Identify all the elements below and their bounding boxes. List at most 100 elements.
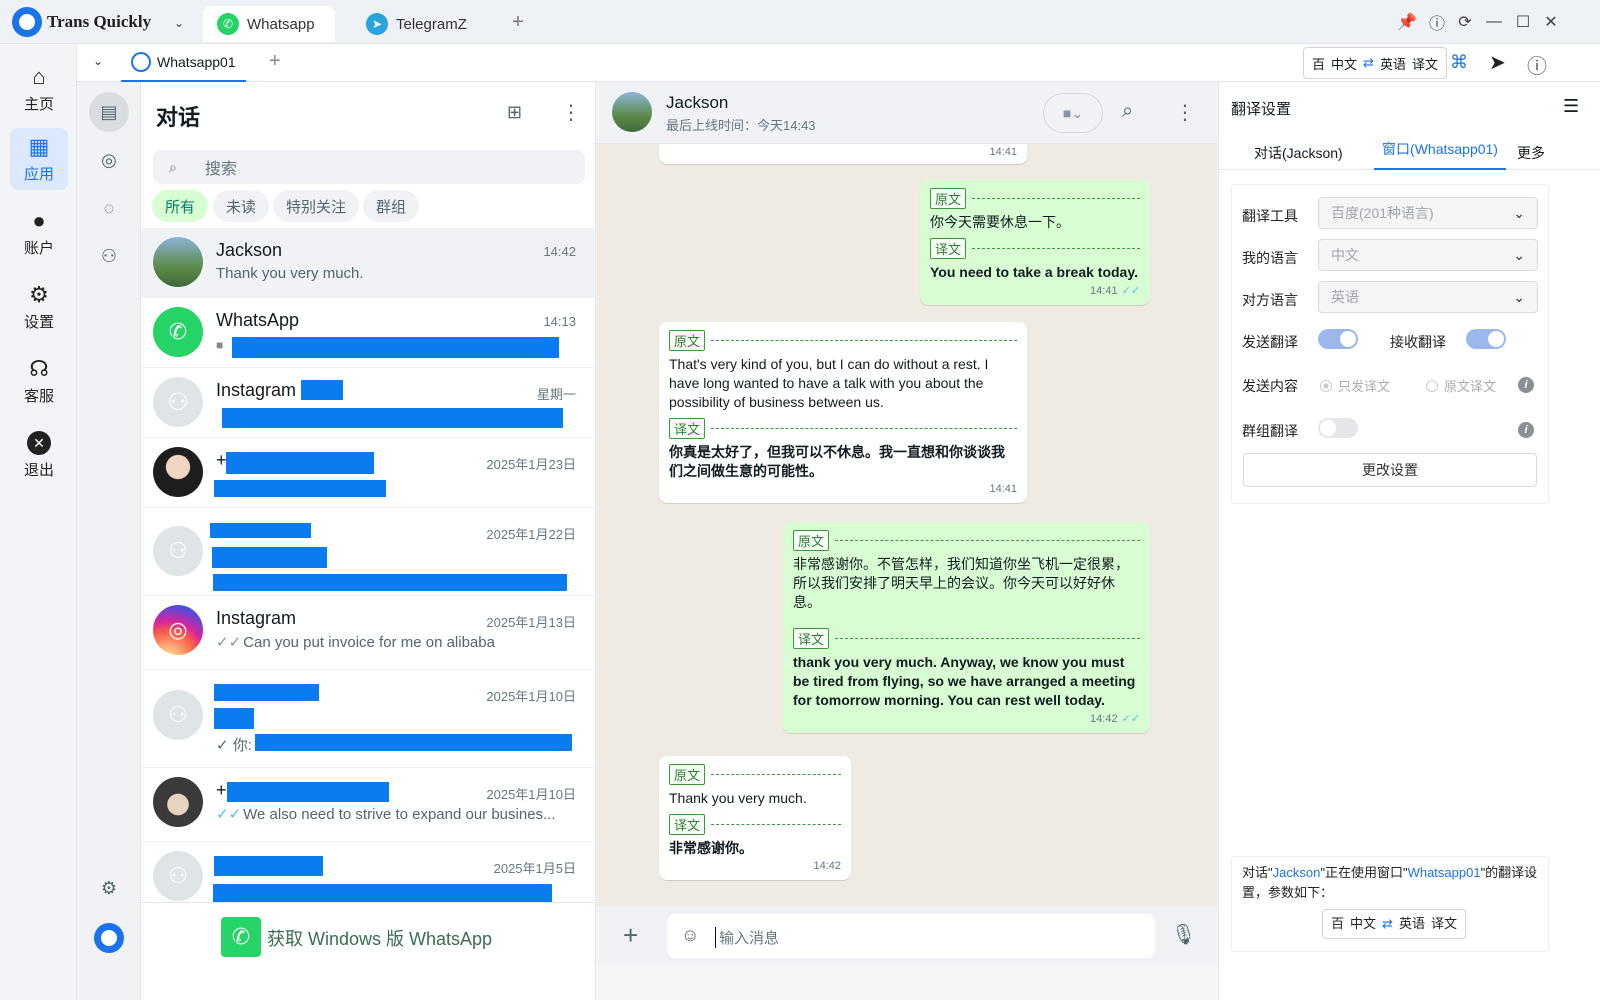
option-label: 原文译文	[1444, 379, 1497, 394]
chat-name: Jackson	[216, 240, 283, 260]
change-settings-button[interactable]: 更改设置	[1243, 453, 1537, 487]
message-time: 14:41	[1090, 285, 1118, 297]
redaction	[222, 408, 563, 428]
home-icon: ⌂	[32, 63, 46, 89]
redaction	[213, 884, 552, 902]
option-only-translation[interactable]: 只发译文	[1320, 376, 1390, 395]
footer-banner[interactable]: ✆ 获取 Windows 版 WhatsApp	[141, 902, 595, 1000]
help-icon[interactable]: ⓘ	[1527, 50, 1547, 79]
chip-unread[interactable]: 未读	[213, 190, 270, 222]
menu-dots-icon[interactable]: ⋮	[1175, 100, 1195, 125]
minimize-button[interactable]: —	[1483, 11, 1505, 33]
nav-account[interactable]: ● 账户	[10, 202, 68, 264]
channels-icon[interactable]: ◌	[89, 188, 129, 228]
option-original-translation[interactable]: 原文译文	[1426, 376, 1496, 395]
menu-dots-icon[interactable]: ⋮	[561, 100, 581, 125]
chats-icon[interactable]: ▤	[89, 92, 129, 132]
translate-pill[interactable]: 百 中文 ⇄ 英语 译文	[1303, 47, 1447, 79]
chat-row-contact-2[interactable]: + 2025年1月10日 ✓✓ We also need to strive to…	[141, 768, 595, 842]
chat-time: 2025年1月10日	[486, 689, 576, 704]
chat-preview: ✓ 你:	[216, 734, 252, 755]
chevron-down-icon[interactable]: ⌄	[93, 54, 103, 68]
status-icon[interactable]: ◎	[89, 140, 129, 180]
my-lang-select[interactable]: 中文 ⌄	[1318, 239, 1538, 271]
tool-select[interactable]: 百度(201种语言) ⌄	[1318, 197, 1538, 229]
attach-plus-icon[interactable]: +	[623, 920, 638, 951]
chat-row-instagram-group[interactable]: ⚇ Instagram 星期一	[141, 368, 595, 438]
redaction	[255, 734, 572, 751]
subtab-whatsapp01[interactable]: Whatsapp01	[121, 44, 246, 82]
send-translate-label: 发送翻译	[1242, 334, 1298, 350]
nav-home[interactable]: ⌂ 主页	[10, 58, 68, 120]
message-bubble-in[interactable]: 原文 Thank you very much. 译文 非常感谢你。 14:42	[659, 756, 851, 880]
chat-time: 2025年1月13日	[486, 615, 576, 630]
contact-name[interactable]: Jackson	[666, 93, 728, 113]
pin-icon[interactable]: 📌	[1396, 11, 1418, 33]
message-input[interactable]: ☺ 输入消息	[667, 914, 1155, 958]
search-icon[interactable]: ⌕	[1122, 100, 1133, 123]
dst-lang: 英语	[1398, 916, 1425, 931]
video-call-button[interactable]: ■⌄	[1043, 93, 1103, 133]
option-label: 只发译文	[1338, 379, 1391, 394]
send-translate-toggle[interactable]	[1318, 329, 1358, 349]
chat-row-whatsapp[interactable]: ✆ WhatsApp 14:13 ■	[141, 298, 595, 368]
chat-name: +	[216, 780, 227, 800]
tool-label: 翻译工具	[1242, 208, 1298, 224]
gear-icon: ⚙	[29, 281, 49, 307]
menu-lines-icon[interactable]: ☰	[1563, 96, 1579, 117]
help-icon[interactable]: ⓘ	[1426, 11, 1448, 33]
their-lang-select[interactable]: 英语 ⌄	[1318, 281, 1538, 313]
nav-settings[interactable]: ⚙ 设置	[10, 276, 68, 338]
refresh-icon[interactable]: ⟳	[1454, 11, 1476, 33]
chip-favorites[interactable]: 特别关注	[273, 190, 360, 222]
swap-icon: ⇄	[1363, 55, 1374, 70]
tag-original: 原文	[930, 188, 967, 209]
nav-logout[interactable]: ✕ 退出	[10, 424, 68, 486]
note-translate-pill[interactable]: 百 中文 ⇄ 英语 译文	[1322, 909, 1466, 939]
add-tab-button[interactable]: +	[507, 11, 529, 33]
maximize-button[interactable]: ☐	[1512, 11, 1534, 33]
search-bar[interactable]: ⌕ 搜索	[153, 150, 585, 184]
chat-row-group[interactable]: ⚇ 2025年1月22日	[141, 508, 595, 596]
chat-row-group-2[interactable]: ⚇ 2025年1月10日 ✓ 你:	[141, 670, 595, 768]
microphone-icon[interactable]: 🎙	[1171, 922, 1196, 947]
translate-icon[interactable]: ⌘	[1450, 52, 1468, 73]
chat-row-contact[interactable]: + 2025年1月23日	[141, 438, 595, 508]
src-lang: 中文	[1331, 56, 1358, 72]
send-icon[interactable]: ➤	[1489, 50, 1506, 75]
settings-tabs: 对话(Jackson) 窗口(Whatsapp01) 更多	[1219, 130, 1600, 170]
tab-chat-settings[interactable]: 对话(Jackson)	[1254, 143, 1343, 163]
app-logo-icon[interactable]	[89, 918, 129, 958]
nav-apps[interactable]: ▦ 应用	[10, 128, 68, 190]
message-bubble-partial: 14:41	[659, 144, 1027, 164]
note-text: 对话"	[1242, 865, 1273, 880]
message-bubble-out[interactable]: 原文 你今天需要休息一下。 译文 You need to take a brea…	[920, 180, 1150, 305]
chevron-down-icon: ⌄	[1513, 246, 1525, 263]
nav-support[interactable]: ☊ 客服	[10, 350, 68, 412]
add-subtab-button[interactable]: +	[269, 50, 281, 73]
new-chat-icon[interactable]: ⊞	[507, 102, 522, 123]
communities-icon[interactable]: ⚇	[89, 236, 129, 276]
gear-icon[interactable]: ⚙	[89, 868, 129, 908]
message-bubble-out[interactable]: 原文 非常感谢你。不管怎样，我们知道你坐飞机一定很累，所以我们安排了明天早上的会…	[783, 522, 1150, 733]
avatar[interactable]	[612, 92, 652, 132]
info-icon[interactable]: i	[1518, 377, 1534, 393]
chevron-down-icon[interactable]: ⌄	[168, 12, 190, 34]
close-button[interactable]: ✕	[1540, 11, 1562, 33]
chat-row-instagram[interactable]: ◎ Instagram 2025年1月13日 ✓✓ Can you put inv…	[141, 596, 595, 670]
tab-more[interactable]: 更多	[1517, 143, 1545, 163]
chip-groups[interactable]: 群组	[363, 190, 420, 222]
emoji-icon[interactable]: ☺	[681, 925, 699, 946]
group-translate-toggle[interactable]	[1318, 418, 1358, 438]
chip-all[interactable]: 所有	[152, 190, 209, 222]
chat-preview: ✓✓ We also need to strive to expand our b…	[216, 805, 556, 823]
info-icon[interactable]: i	[1518, 422, 1534, 438]
chat-row-jackson[interactable]: Jackson 14:42 Thank you very much.	[141, 228, 595, 298]
tab-window-settings[interactable]: 窗口(Whatsapp01)	[1374, 130, 1506, 170]
tag-translated: 译文	[793, 628, 830, 649]
recv-translate-toggle[interactable]	[1466, 329, 1506, 349]
chat-time: 14:42	[543, 244, 576, 259]
tab-whatsapp[interactable]: ✆ Whatsapp	[203, 6, 335, 42]
message-bubble-in[interactable]: 原文 That's very kind of you, but I can do…	[659, 322, 1027, 503]
tab-telegramz[interactable]: ➤ TelegramZ	[352, 6, 492, 42]
